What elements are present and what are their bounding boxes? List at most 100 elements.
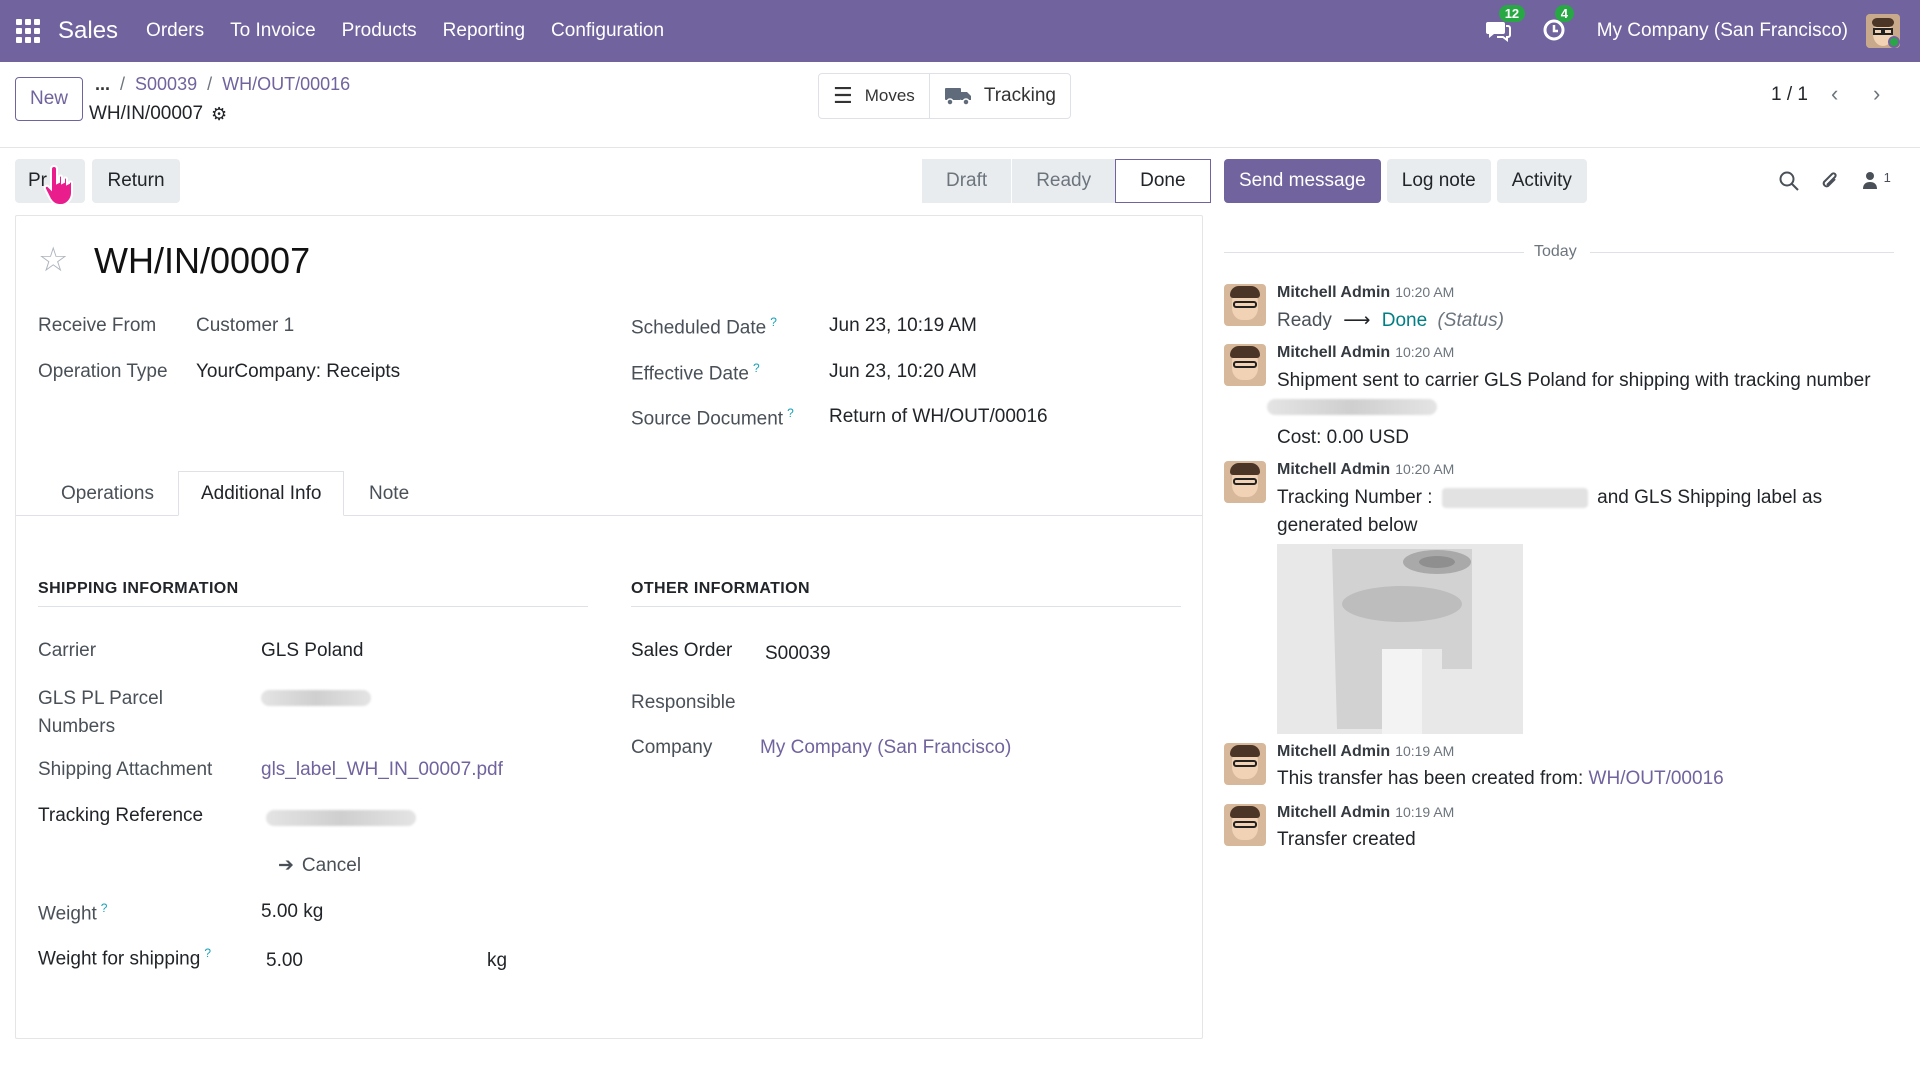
chatter-topbar: Send message Log note Activity: [1224, 159, 1587, 203]
tracking-button[interactable]: Tracking: [928, 74, 1070, 118]
messages-badge: 12: [1498, 5, 1526, 22]
breadcrumb-sales-order[interactable]: S00039: [135, 74, 197, 95]
new-button[interactable]: New: [15, 77, 83, 121]
record-title: WH/IN/00007: [94, 240, 311, 281]
chevron-left-icon[interactable]: ‹: [1831, 81, 1838, 107]
help-icon: ?: [100, 901, 108, 915]
company-switcher[interactable]: My Company (San Francisco): [1597, 20, 1848, 42]
message-cost: Cost: 0.00 USD: [1277, 427, 1409, 448]
responsible-label: Responsible: [631, 692, 736, 713]
breadcrumb-ellipsis[interactable]: ...: [95, 74, 110, 95]
shipping-attachment-label: Shipping Attachment: [38, 759, 213, 780]
status-bar: Draft Ready Done: [922, 159, 1211, 203]
message-body: Shipment sent to carrier GLS Poland for …: [1277, 370, 1871, 391]
receive-from-label: Receive From: [38, 315, 157, 336]
app-name[interactable]: Sales: [58, 17, 118, 45]
message-author: Mitchell Admin 10:20 AM: [1277, 344, 1455, 361]
weight-shipping-unit: kg: [487, 950, 508, 971]
log-note-button[interactable]: Log note: [1386, 159, 1491, 203]
sales-order-label: Sales Order: [631, 640, 733, 661]
tab-additional-info[interactable]: Additional Info: [178, 471, 345, 516]
search-icon[interactable]: [1778, 170, 1800, 192]
status-done[interactable]: Done: [1115, 159, 1211, 203]
activities-button[interactable]: 4: [1541, 5, 1574, 45]
message-body: This transfer has been created from: WH/…: [1277, 768, 1724, 789]
message-body: Transfer created: [1277, 829, 1416, 850]
message-author: Mitchell Admin 10:19 AM: [1277, 804, 1455, 821]
tracking-reference-label: Tracking Reference: [38, 805, 204, 826]
help-icon: ?: [752, 361, 760, 375]
scheduled-date-value[interactable]: Jun 23, 10:19 AM: [829, 315, 977, 337]
notebook-tabs: Operations Additional Info Note: [16, 471, 1202, 516]
apps-grid-icon[interactable]: [16, 19, 40, 43]
help-icon: ?: [787, 406, 794, 420]
tracking-number-redacted: [1267, 399, 1437, 415]
weight-value: 5.00 kg: [261, 901, 324, 922]
carrier-value[interactable]: GLS Poland: [261, 640, 363, 662]
scheduled-date-label: Scheduled Date?: [631, 315, 777, 339]
top-navbar: Sales Orders To Invoice Products Reporti…: [0, 0, 1920, 62]
return-button[interactable]: Return: [92, 159, 180, 203]
menu-item-to-invoice[interactable]: To Invoice: [230, 20, 316, 42]
menu-item-orders[interactable]: Orders: [146, 20, 204, 42]
tab-operations[interactable]: Operations: [61, 471, 154, 516]
activity-button[interactable]: Activity: [1496, 159, 1587, 203]
hand-cursor-icon: [43, 164, 73, 206]
avatar[interactable]: [1224, 743, 1266, 785]
truck-icon: [944, 88, 971, 106]
moves-button[interactable]: ☰ Moves: [819, 74, 929, 118]
pager-value[interactable]: 1 / 1: [1771, 84, 1808, 106]
arrow-right-icon: ➔: [278, 855, 294, 876]
origin-transfer-link[interactable]: WH/OUT/00016: [1589, 768, 1724, 789]
form-sheet: ☆ WH/IN/00007 Receive From Customer 1 Op…: [15, 215, 1203, 1039]
message-status-change: Ready ⟶ Done (Status): [1277, 310, 1504, 331]
star-icon[interactable]: ☆: [38, 240, 68, 280]
smart-buttons: ☰ Moves Tracking: [818, 73, 1071, 119]
receive-from-value[interactable]: Customer 1: [196, 315, 294, 337]
menu-item-reporting[interactable]: Reporting: [443, 20, 525, 42]
record-name: WH/IN/00007 ⚙: [89, 103, 227, 125]
status-draft[interactable]: Draft: [922, 159, 1012, 203]
breadcrumb-delivery[interactable]: WH/OUT/00016: [222, 74, 350, 95]
avatar[interactable]: [1224, 344, 1266, 386]
message-body-line2: generated below: [1277, 515, 1418, 536]
gear-icon[interactable]: ⚙: [211, 104, 227, 125]
sales-order-value[interactable]: S00039: [765, 643, 831, 665]
status-ready[interactable]: Ready: [1011, 159, 1116, 203]
help-icon: ?: [204, 946, 211, 960]
main-menu: Orders To Invoice Products Reporting Con…: [146, 20, 690, 42]
shipping-section-title: SHIPPING INFORMATION: [38, 580, 588, 607]
effective-date-value[interactable]: Jun 23, 10:20 AM: [829, 361, 977, 383]
source-document-value[interactable]: Return of WH/OUT/00016: [829, 406, 1048, 428]
menu-item-products[interactable]: Products: [342, 20, 417, 42]
message-author: Mitchell Admin 10:20 AM: [1277, 461, 1455, 478]
control-panel-divider: [0, 147, 1920, 148]
cancel-button[interactable]: ➔ Cancel: [278, 854, 361, 877]
avatar[interactable]: [1224, 461, 1266, 503]
messages-button[interactable]: 12: [1485, 5, 1526, 45]
carrier-label: Carrier: [38, 640, 97, 661]
send-message-button[interactable]: Send message: [1224, 159, 1381, 203]
activities-badge: 4: [1554, 5, 1574, 22]
message-author: Mitchell Admin 10:19 AM: [1277, 743, 1455, 760]
today-separator: Today: [1224, 243, 1894, 261]
user-avatar[interactable]: [1866, 14, 1900, 48]
shipping-label-image[interactable]: [1277, 544, 1523, 734]
effective-date-label: Effective Date?: [631, 361, 760, 385]
company-value[interactable]: My Company (San Francisco): [760, 737, 1011, 759]
followers-button[interactable]: 1: [1862, 170, 1891, 196]
message-author: Mitchell Admin 10:20 AM: [1277, 284, 1455, 301]
menu-item-configuration[interactable]: Configuration: [551, 20, 664, 42]
help-icon: ?: [770, 315, 777, 329]
tab-note[interactable]: Note: [369, 471, 409, 516]
operation-type-label: Operation Type: [38, 361, 168, 382]
list-icon: ☰: [833, 83, 853, 108]
chevron-right-icon[interactable]: ›: [1873, 81, 1880, 107]
avatar[interactable]: [1224, 284, 1266, 326]
paperclip-icon[interactable]: [1819, 170, 1841, 192]
shipping-attachment-link[interactable]: gls_label_WH_IN_00007.pdf: [261, 759, 503, 781]
operation-type-value[interactable]: YourCompany: Receipts: [196, 361, 400, 383]
avatar[interactable]: [1224, 804, 1266, 846]
weight-shipping-value[interactable]: 5.00: [266, 950, 303, 972]
breadcrumb: ... / S00039 / WH/OUT/00016: [95, 74, 351, 95]
